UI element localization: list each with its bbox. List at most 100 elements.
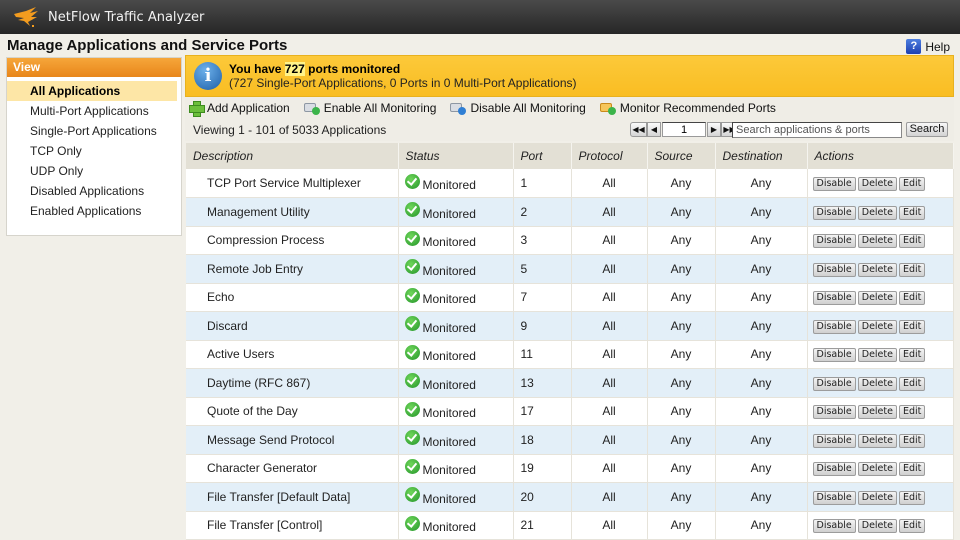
edit-button[interactable]: Edit (898, 433, 926, 448)
port-number: 9 (513, 311, 572, 341)
disable-button[interactable]: Disable (812, 490, 856, 505)
status-label: Monitored (422, 235, 476, 250)
disable-button[interactable]: Disable (812, 205, 856, 220)
column-header-description[interactable]: Description (186, 143, 399, 169)
view-sidebar: View All Applications Multi-Port Applica… (6, 57, 182, 236)
disable-button[interactable]: Disable (812, 462, 856, 477)
delete-button[interactable]: Delete (857, 291, 897, 306)
disable-button[interactable]: Disable (812, 234, 856, 249)
add-application-button[interactable]: Add Application (189, 101, 290, 117)
delete-button[interactable]: Delete (857, 462, 897, 477)
disable-button[interactable]: Disable (812, 433, 856, 448)
disable-button[interactable]: Disable (812, 262, 856, 277)
status-label: Monitored (422, 434, 476, 449)
disable-all-monitoring-button[interactable]: Disable All Monitoring (450, 101, 586, 115)
sidebar-item-tcp-only[interactable]: TCP Only (7, 141, 181, 161)
edit-button[interactable]: Edit (898, 234, 926, 249)
column-header-port[interactable]: Port (513, 143, 572, 169)
sidebar-item-all-applications[interactable]: All Applications (7, 81, 177, 101)
delete-button[interactable]: Delete (857, 433, 897, 448)
delete-button[interactable]: Delete (857, 205, 897, 220)
edit-button[interactable]: Edit (898, 205, 926, 220)
destination: Any (715, 169, 808, 198)
actions-cell: Disable Delete Edit (807, 482, 954, 512)
delete-button[interactable]: Delete (857, 319, 897, 334)
pagination-bar: Viewing 1 - 101 of 5033 Applications ◀◀ … (185, 119, 954, 141)
disable-monitoring-icon (450, 102, 467, 115)
sidebar-item-udp-only[interactable]: UDP Only (7, 161, 181, 181)
disable-button[interactable]: Disable (812, 348, 856, 363)
edit-button[interactable]: Edit (898, 462, 926, 477)
disable-button[interactable]: Disable (812, 319, 856, 334)
delete-button[interactable]: Delete (857, 405, 897, 420)
disable-button[interactable]: Disable (812, 177, 856, 191)
monitor-recommended-ports-button[interactable]: Monitor Recommended Ports (599, 101, 776, 115)
delete-button[interactable]: Delete (857, 348, 897, 363)
protocol: All (571, 283, 648, 312)
delete-button[interactable]: Delete (857, 177, 897, 191)
page-title: Manage Applications and Service Ports (7, 37, 288, 54)
disable-button[interactable]: Disable (812, 405, 856, 420)
edit-button[interactable]: Edit (898, 177, 926, 191)
pager: ◀◀ ◀ ▶ ▶▶ (630, 122, 738, 137)
help-link[interactable]: ? Help (906, 39, 950, 54)
actions-cell: Disable Delete Edit (807, 454, 954, 483)
source: Any (647, 283, 716, 312)
first-page-button[interactable]: ◀◀ (630, 122, 647, 137)
previous-page-button[interactable]: ◀ (647, 122, 661, 137)
column-header-protocol[interactable]: Protocol (571, 143, 648, 169)
page-number-input[interactable] (662, 122, 706, 137)
column-header-source[interactable]: Source (647, 143, 716, 169)
column-header-destination[interactable]: Destination (715, 143, 808, 169)
table-row: Management Utility Monitored 2 All Any A… (186, 197, 954, 227)
check-circle-icon (404, 515, 420, 531)
table-row: File Transfer [Control] Monitored 21 All… (186, 511, 954, 540)
port-number: 13 (513, 368, 572, 398)
protocol: All (571, 226, 648, 255)
toolbar: Add Application Enable All Monitoring Di… (185, 97, 954, 119)
check-circle-icon (404, 458, 420, 474)
search-input[interactable] (732, 122, 902, 138)
edit-button[interactable]: Edit (898, 348, 926, 363)
actions-cell: Disable Delete Edit (807, 197, 954, 227)
edit-button[interactable]: Edit (898, 291, 926, 306)
enable-all-monitoring-button[interactable]: Enable All Monitoring (303, 101, 436, 115)
source: Any (647, 197, 716, 227)
edit-button[interactable]: Edit (898, 319, 926, 334)
sidebar-item-enabled-applications[interactable]: Enabled Applications (7, 201, 181, 221)
disable-button[interactable]: Disable (812, 519, 856, 534)
status-label: Monitored (422, 263, 476, 278)
next-page-button[interactable]: ▶ (707, 122, 721, 137)
delete-button[interactable]: Delete (857, 519, 897, 534)
status-label: Monitored (422, 349, 476, 364)
sidebar-header: View (7, 58, 181, 77)
status-cell: Monitored (398, 425, 514, 455)
disable-button[interactable]: Disable (812, 376, 856, 391)
edit-button[interactable]: Edit (898, 490, 926, 505)
column-header-status[interactable]: Status (398, 143, 514, 169)
status-cell: Monitored (398, 482, 514, 512)
sidebar-item-single-port-applications[interactable]: Single-Port Applications (7, 121, 181, 141)
port-number: 11 (513, 340, 572, 369)
edit-button[interactable]: Edit (898, 376, 926, 391)
monitored-count: 727 (284, 62, 305, 76)
delete-button[interactable]: Delete (857, 490, 897, 505)
edit-button[interactable]: Edit (898, 405, 926, 420)
actions-cell: Disable Delete Edit (807, 340, 954, 369)
actions-cell: Disable Delete Edit (807, 425, 954, 455)
sidebar-item-multi-port-applications[interactable]: Multi-Port Applications (7, 101, 181, 121)
port-number: 19 (513, 454, 572, 483)
applications-table: Description Status Port Protocol Source … (186, 143, 954, 540)
sidebar-item-disabled-applications[interactable]: Disabled Applications (7, 181, 181, 201)
search-button[interactable]: Search (906, 122, 948, 137)
delete-button[interactable]: Delete (857, 234, 897, 249)
delete-button[interactable]: Delete (857, 376, 897, 391)
edit-button[interactable]: Edit (898, 262, 926, 277)
delete-button[interactable]: Delete (857, 262, 897, 277)
disable-button[interactable]: Disable (812, 291, 856, 306)
actions-cell: Disable Delete Edit (807, 397, 954, 426)
table-row: Quote of the Day Monitored 17 All Any An… (186, 397, 954, 426)
application-description: Quote of the Day (186, 397, 399, 426)
edit-button[interactable]: Edit (898, 519, 926, 534)
application-description: Compression Process (186, 226, 399, 255)
